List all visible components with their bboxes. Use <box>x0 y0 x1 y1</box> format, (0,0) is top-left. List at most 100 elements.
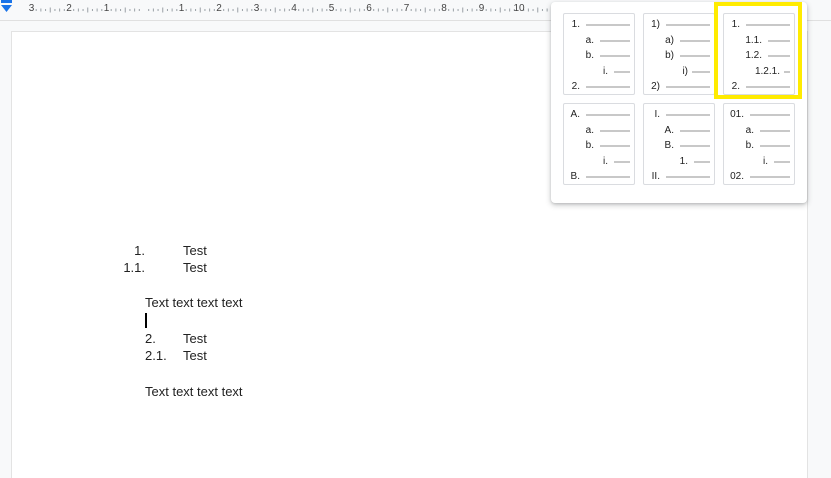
preset-placeholder-bar <box>692 70 710 73</box>
preset-placeholder-bar <box>666 86 710 88</box>
preset-label: b) <box>665 50 674 61</box>
preset-placeholder-bar <box>600 55 630 57</box>
ruler-number: 5 <box>328 3 335 14</box>
preset-label: 2. <box>731 81 740 92</box>
preset-placeholder-bar <box>586 86 630 88</box>
ruler-number: 8 <box>441 3 447 14</box>
paragraph-text: Text text text text <box>145 384 243 399</box>
preset-line: a. <box>724 125 796 136</box>
preset-placeholder-bar <box>768 55 790 57</box>
preset-line: B. <box>644 140 716 151</box>
list-item-text: Test <box>183 348 207 363</box>
preset-line: a. <box>564 35 636 46</box>
preset-label: 1) <box>651 19 660 30</box>
preset-line: A. <box>644 125 716 136</box>
preset-line: 2. <box>564 81 636 92</box>
numbered-list-menu: 1. a. b. i. 2. 1) a) b) i) 2) 1. 1.1. 1.2. 1.2.1. 2. A.… <box>551 2 807 203</box>
preset-label: 1. <box>571 19 580 30</box>
preset-label: a. <box>585 124 594 136</box>
list-number: 2. <box>145 331 156 346</box>
preset-label: 1. <box>731 19 740 30</box>
list-preset-decimal-alpha-roman[interactable]: 1. a. b. i. 2. <box>563 13 635 95</box>
preset-line: 1.2.1. <box>724 66 796 77</box>
preset-line: b) <box>644 50 716 61</box>
preset-label: A. <box>570 109 580 120</box>
preset-line: i. <box>564 66 636 77</box>
indent-marker-icon[interactable] <box>0 0 13 13</box>
preset-placeholder-bar <box>760 129 790 132</box>
ruler-number: 1 <box>103 3 110 14</box>
ruler-number: 1 <box>178 3 185 14</box>
preset-placeholder-bar <box>586 176 630 178</box>
preset-placeholder-bar <box>666 176 710 178</box>
ruler-number: 9 <box>478 3 485 14</box>
preset-placeholder-bar <box>680 39 710 42</box>
list-preset-zero-padded[interactable]: 01. a. b. i. 02. <box>723 103 795 185</box>
list-item-text: Test <box>183 331 207 346</box>
preset-line: 1.1. <box>724 35 796 46</box>
preset-placeholder-bar <box>680 129 710 132</box>
list-preset-paren-decimal[interactable]: 1) a) b) i) 2) <box>643 13 715 95</box>
preset-label: B. <box>664 140 674 151</box>
list-preset-upper-alpha[interactable]: A. a. b. i. B. <box>563 103 635 185</box>
preset-line: b. <box>564 140 636 151</box>
preset-placeholder-bar <box>750 114 790 116</box>
preset-placeholder-bar <box>666 114 710 116</box>
preset-placeholder-bar <box>746 86 790 88</box>
preset-placeholder-bar <box>694 160 710 163</box>
list-item-text: Test <box>183 243 207 258</box>
preset-placeholder-bar <box>600 39 630 42</box>
preset-line: 2. <box>724 81 796 92</box>
preset-line: II. <box>644 171 716 182</box>
preset-line: b. <box>724 140 796 151</box>
preset-placeholder-bar <box>614 160 630 163</box>
preset-label: 01. <box>730 109 744 120</box>
preset-placeholder-bar <box>680 55 710 57</box>
preset-label: i. <box>763 155 768 167</box>
preset-placeholder-bar <box>586 24 630 26</box>
preset-placeholder-bar <box>600 145 630 147</box>
preset-placeholder-bar <box>774 160 790 163</box>
preset-label: b. <box>745 140 754 151</box>
preset-line: A. <box>564 109 636 120</box>
preset-line: B. <box>564 171 636 182</box>
paragraph-text: Text text text text <box>145 295 243 310</box>
ruler-number: 6 <box>366 3 372 14</box>
preset-label: b. <box>585 140 594 151</box>
ruler-number: 4 <box>291 3 297 14</box>
preset-label: 1.2.1. <box>754 65 780 77</box>
list-item-text: Test <box>183 260 207 275</box>
preset-label: i. <box>603 155 608 167</box>
preset-line: 01. <box>724 109 796 120</box>
ruler-number: 7 <box>403 3 410 14</box>
preset-label: 1.1. <box>745 34 762 46</box>
preset-line: 2) <box>644 81 716 92</box>
preset-label: b. <box>585 50 594 61</box>
preset-label: a. <box>745 124 754 136</box>
preset-placeholder-bar <box>750 176 790 178</box>
preset-line: 1. <box>644 156 716 167</box>
text-cursor <box>145 313 147 328</box>
list-preset-multilevel-decimal[interactable]: 1. 1.1. 1.2. 1.2.1. 2. <box>723 13 795 95</box>
preset-label: a) <box>665 34 674 46</box>
preset-label: i. <box>603 65 608 77</box>
preset-placeholder-bar <box>614 70 630 73</box>
preset-line: 1.2. <box>724 50 796 61</box>
preset-placeholder-bar <box>746 24 790 26</box>
list-number: 1.1. <box>123 260 145 275</box>
preset-placeholder-bar <box>760 145 790 147</box>
preset-line: 1. <box>724 19 796 30</box>
preset-label: a. <box>585 34 594 46</box>
list-preset-upper-roman[interactable]: I. A. B. 1. II. <box>643 103 715 185</box>
preset-label: B. <box>570 171 580 182</box>
preset-placeholder-bar <box>600 129 630 132</box>
ruler-number: 3 <box>28 3 35 14</box>
ruler-number: 2 <box>66 3 72 14</box>
preset-placeholder-bar <box>768 39 790 42</box>
preset-label: 2. <box>571 81 580 92</box>
preset-label: i) <box>682 65 688 77</box>
preset-label: I. <box>654 109 660 120</box>
preset-line: I. <box>644 109 716 120</box>
preset-placeholder-bar <box>586 114 630 116</box>
preset-line: i. <box>724 156 796 167</box>
